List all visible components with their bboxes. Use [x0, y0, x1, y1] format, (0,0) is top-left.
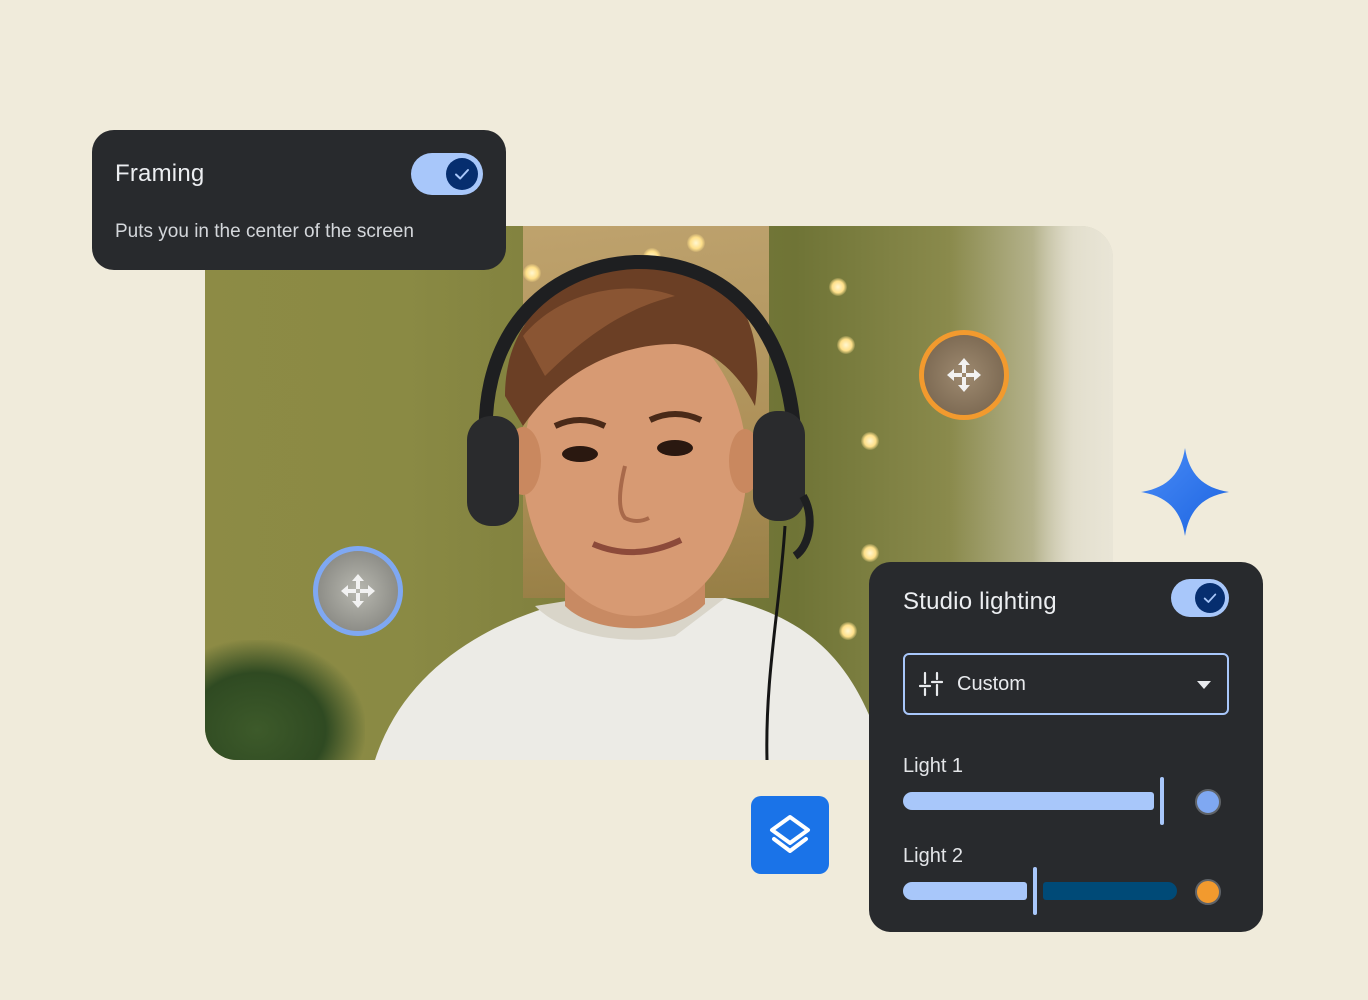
- move-handle-light-1[interactable]: [313, 546, 403, 636]
- light-1-label: Light 1: [903, 755, 964, 777]
- slider-track: [1043, 882, 1177, 900]
- layers-icon: [770, 815, 810, 853]
- light-2-label: Light 2: [903, 845, 964, 867]
- light-1-color-swatch[interactable]: [1195, 789, 1221, 815]
- toggle-knob: [1195, 583, 1225, 613]
- light-1-slider[interactable]: [903, 777, 1173, 825]
- toggle-knob: [446, 158, 478, 190]
- layers-button[interactable]: [751, 796, 829, 874]
- light-2-color-swatch[interactable]: [1195, 879, 1221, 905]
- check-icon: [1203, 593, 1217, 603]
- slider-fill: [903, 882, 1027, 900]
- lighting-preset-value: Custom: [957, 672, 1026, 695]
- studio-lighting-toggle[interactable]: [1171, 579, 1229, 617]
- tune-sliders-icon: [919, 671, 943, 697]
- move-handle-light-2[interactable]: [919, 330, 1009, 420]
- studio-lighting-card: Studio lighting Custom Light 1 Light 2: [869, 562, 1263, 932]
- move-arrows-icon: [947, 358, 981, 392]
- move-arrows-icon: [341, 574, 375, 608]
- studio-lighting-title: Studio lighting: [903, 588, 1057, 615]
- slider-thumb[interactable]: [1160, 777, 1164, 825]
- framing-subtitle: Puts you in the center of the screen: [115, 221, 414, 242]
- sparkle-icon: [1141, 448, 1229, 536]
- framing-card: Framing Puts you in the center of the sc…: [92, 130, 506, 270]
- light-2-slider[interactable]: [903, 867, 1177, 915]
- slider-fill: [903, 792, 1154, 810]
- framing-toggle[interactable]: [411, 153, 483, 195]
- slider-thumb[interactable]: [1033, 867, 1037, 915]
- framing-title: Framing: [115, 160, 205, 187]
- check-icon: [455, 169, 469, 180]
- lighting-preset-dropdown[interactable]: Custom: [903, 653, 1229, 715]
- dropdown-arrow-icon: [1197, 681, 1211, 689]
